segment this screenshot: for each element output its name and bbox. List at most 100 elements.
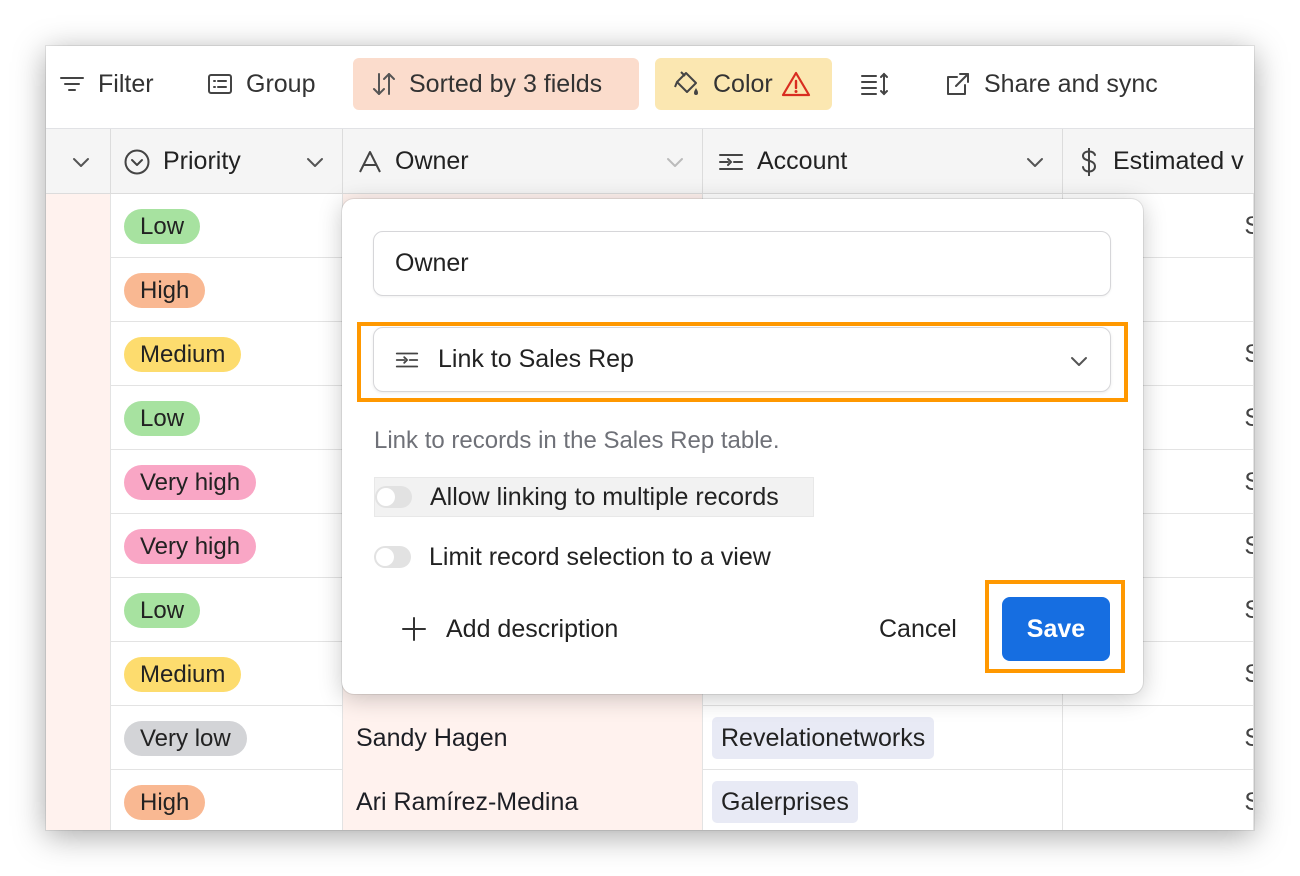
limit-view-toggle[interactable] — [374, 546, 411, 568]
field-type-label: Link to Sales Rep — [438, 345, 634, 373]
estimated-value: S — [1244, 468, 1253, 497]
priority-cell[interactable]: Low — [111, 386, 343, 450]
limit-view-label: Limit record selection to a view — [429, 542, 771, 571]
estimated-cell[interactable]: S — [1063, 770, 1254, 830]
color-button[interactable]: Color — [655, 58, 832, 110]
priority-cell[interactable]: Very high — [111, 450, 343, 514]
table-row[interactable]: High Ari Ramírez-Medina Galerprises S — [46, 770, 1254, 830]
owner-value: Sandy Hagen — [356, 723, 508, 752]
field-type-hint: Link to records in the Sales Rep table. — [374, 427, 780, 454]
row-select-cell[interactable] — [46, 514, 111, 578]
account-cell[interactable]: Revelationetworks — [703, 706, 1063, 770]
column-header-priority[interactable]: Priority — [111, 129, 343, 194]
chevron-down-icon — [667, 158, 683, 167]
table-row[interactable]: Very low Sandy Hagen Revelationetworks S — [46, 706, 1254, 770]
sort-button[interactable]: Sorted by 3 fields — [353, 58, 639, 110]
column-header-owner[interactable]: Owner — [343, 129, 703, 194]
account-chip: Galerprises — [712, 781, 858, 823]
account-chip: Revelationetworks — [712, 717, 935, 759]
owner-cell[interactable]: Ari Ramírez-Medina — [343, 770, 703, 830]
row-select-cell[interactable] — [46, 770, 111, 830]
allow-multiple-toggle[interactable] — [375, 486, 412, 508]
sort-label: Sorted by 3 fields — [409, 69, 603, 98]
priority-pill: Very high — [124, 528, 257, 564]
column-label-account: Account — [757, 147, 848, 175]
row-select-cell[interactable] — [46, 578, 111, 642]
grid-header: Priority Owner Account Estimated v — [46, 129, 1254, 194]
filter-label: Filter — [98, 69, 154, 98]
warning-icon — [781, 71, 810, 97]
row-select-cell[interactable] — [46, 642, 111, 706]
row-height-icon — [861, 72, 888, 96]
row-select-cell[interactable] — [46, 258, 111, 322]
color-label: Color — [713, 69, 773, 98]
app-window: Filter Group Sorted by 3 fields Color Sh… — [46, 46, 1254, 830]
priority-cell[interactable]: Medium — [111, 642, 343, 706]
cancel-button[interactable]: Cancel — [879, 609, 957, 649]
view-toolbar: Filter Group Sorted by 3 fields Color Sh… — [46, 46, 1254, 129]
row-select-cell[interactable] — [46, 386, 111, 450]
priority-pill: High — [124, 272, 206, 308]
priority-cell[interactable]: Medium — [111, 322, 343, 386]
column-header-account[interactable]: Account — [703, 129, 1063, 194]
add-description-label: Add description — [446, 614, 619, 643]
priority-pill: Very low — [124, 720, 247, 756]
estimated-cell[interactable]: S — [1063, 706, 1254, 770]
priority-pill: Very high — [124, 464, 257, 500]
column-header-estimated[interactable]: Estimated v — [1063, 129, 1254, 194]
estimated-value: S — [1244, 532, 1253, 561]
chevron-down-icon — [1071, 357, 1087, 366]
column-label-estimated: Estimated v — [1113, 147, 1244, 175]
allow-multiple-toggle-row[interactable]: Allow linking to multiple records — [374, 477, 814, 517]
filter-icon — [60, 77, 84, 91]
account-cell[interactable]: Galerprises — [703, 770, 1063, 830]
column-label-priority: Priority — [163, 147, 241, 175]
field-config-dialog: Owner Link to Sales Rep Link to records … — [342, 199, 1143, 694]
row-select-cell[interactable] — [46, 706, 111, 770]
priority-cell[interactable]: High — [111, 258, 343, 322]
priority-cell[interactable]: Low — [111, 578, 343, 642]
add-description-button[interactable]: Add description — [400, 609, 618, 649]
row-select-cell[interactable] — [46, 450, 111, 514]
field-name-value: Owner — [395, 249, 469, 277]
filter-button[interactable]: Filter — [58, 58, 154, 110]
priority-pill: Medium — [124, 336, 242, 372]
text-field-icon — [359, 150, 381, 172]
priority-cell[interactable]: Very high — [111, 514, 343, 578]
group-button[interactable]: Group — [206, 58, 315, 110]
link-field-icon — [719, 153, 743, 170]
link-field-icon — [395, 352, 419, 367]
save-button[interactable]: Save — [1002, 597, 1110, 661]
row-select-cell[interactable] — [46, 194, 111, 258]
paint-bucket-icon — [674, 71, 698, 95]
share-and-sync-button[interactable]: Share and sync — [944, 58, 1158, 110]
row-select-header[interactable] — [46, 129, 111, 194]
estimated-value: S — [1244, 212, 1253, 241]
group-label: Group — [246, 69, 316, 98]
owner-value: Ari Ramírez-Medina — [356, 787, 579, 816]
sort-icon — [373, 73, 395, 95]
estimated-value: S — [1244, 340, 1253, 369]
priority-cell[interactable]: High — [111, 770, 343, 830]
plus-icon — [402, 617, 426, 641]
field-name-input[interactable]: Owner — [373, 231, 1111, 296]
field-type-select[interactable]: Link to Sales Rep — [373, 327, 1111, 392]
share-label: Share and sync — [984, 69, 1158, 98]
estimated-value: S — [1244, 788, 1253, 817]
row-height-button[interactable] — [858, 58, 892, 110]
priority-pill: Medium — [124, 656, 242, 692]
estimated-value: S — [1244, 596, 1253, 625]
priority-pill: High — [124, 784, 206, 820]
priority-pill: Low — [124, 400, 201, 436]
priority-cell[interactable]: Very low — [111, 706, 343, 770]
priority-cell[interactable]: Low — [111, 194, 343, 258]
estimated-value: S — [1244, 724, 1253, 753]
column-label-owner: Owner — [395, 147, 469, 175]
owner-cell[interactable]: Sandy Hagen — [343, 706, 703, 770]
group-icon — [208, 74, 232, 94]
estimated-value: S — [1244, 404, 1253, 433]
row-select-cell[interactable] — [46, 322, 111, 386]
priority-pill: Low — [124, 592, 201, 628]
priority-pill: Low — [124, 208, 201, 244]
limit-view-toggle-row[interactable]: Limit record selection to a view — [374, 537, 771, 577]
